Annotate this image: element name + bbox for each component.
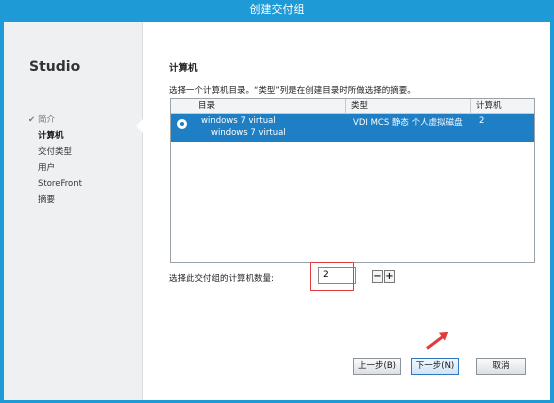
current-step-pointer: [136, 119, 143, 133]
window-titlebar: 创建交付组: [0, 0, 554, 22]
window-title: 创建交付组: [249, 3, 305, 16]
step-storefront[interactable]: StoreFront: [28, 176, 82, 192]
wizard-window: Studio ✔ 简介 计算机 交付类型 用户 StoreFront 摘要 计算机: [4, 22, 550, 400]
step-users[interactable]: 用户: [28, 160, 82, 176]
step-machines[interactable]: 计算机: [28, 128, 82, 144]
next-button[interactable]: 下一步(N): [411, 358, 459, 375]
catalog-name: windows 7 virtual: [201, 116, 276, 126]
instruction-text: 选择一个计算机目录。“类型”列是在创建目录时所做选择的摘要。: [169, 86, 416, 96]
catalog-description: windows 7 virtual: [211, 128, 286, 138]
studio-brand: Studio: [29, 59, 81, 75]
increment-button[interactable]: +: [384, 270, 395, 283]
annotation-highlight-box: [310, 262, 354, 291]
wizard-main: 计算机 选择一个计算机目录。“类型”列是在创建目录时所做选择的摘要。 目录 类型…: [143, 22, 550, 400]
column-header-catalog[interactable]: 目录: [193, 99, 346, 113]
wizard-steps: ✔ 简介 计算机 交付类型 用户 StoreFront 摘要: [28, 112, 82, 208]
step-summary[interactable]: 摘要: [28, 192, 82, 208]
machine-count-label: 选择此交付组的计算机数量:: [169, 274, 274, 284]
catalog-type: VDI MCS 静态 个人虚拟磁盘: [353, 118, 463, 128]
decrement-button[interactable]: −: [372, 270, 383, 283]
step-delivery-type[interactable]: 交付类型: [28, 144, 82, 160]
table-row[interactable]: windows 7 virtual windows 7 virtual VDI …: [171, 114, 534, 142]
wizard-sidebar: Studio ✔ 简介 计算机 交付类型 用户 StoreFront 摘要: [4, 22, 143, 400]
column-header-machines[interactable]: 计算机: [471, 99, 534, 113]
catalog-machines: 2: [479, 116, 485, 126]
cancel-button[interactable]: 取消: [476, 358, 526, 375]
annotation-arrow-icon: [426, 334, 446, 350]
table-header: 目录 类型 计算机: [171, 99, 534, 114]
page-title: 计算机: [169, 63, 198, 74]
checkmark-icon: ✔: [28, 115, 36, 125]
catalog-table: 目录 类型 计算机 windows 7 virtual windows 7 vi…: [170, 98, 535, 263]
step-intro[interactable]: ✔ 简介: [28, 112, 82, 128]
column-header-type[interactable]: 类型: [346, 99, 471, 113]
back-button[interactable]: 上一步(B): [353, 358, 401, 375]
radio-selected[interactable]: [177, 119, 187, 129]
